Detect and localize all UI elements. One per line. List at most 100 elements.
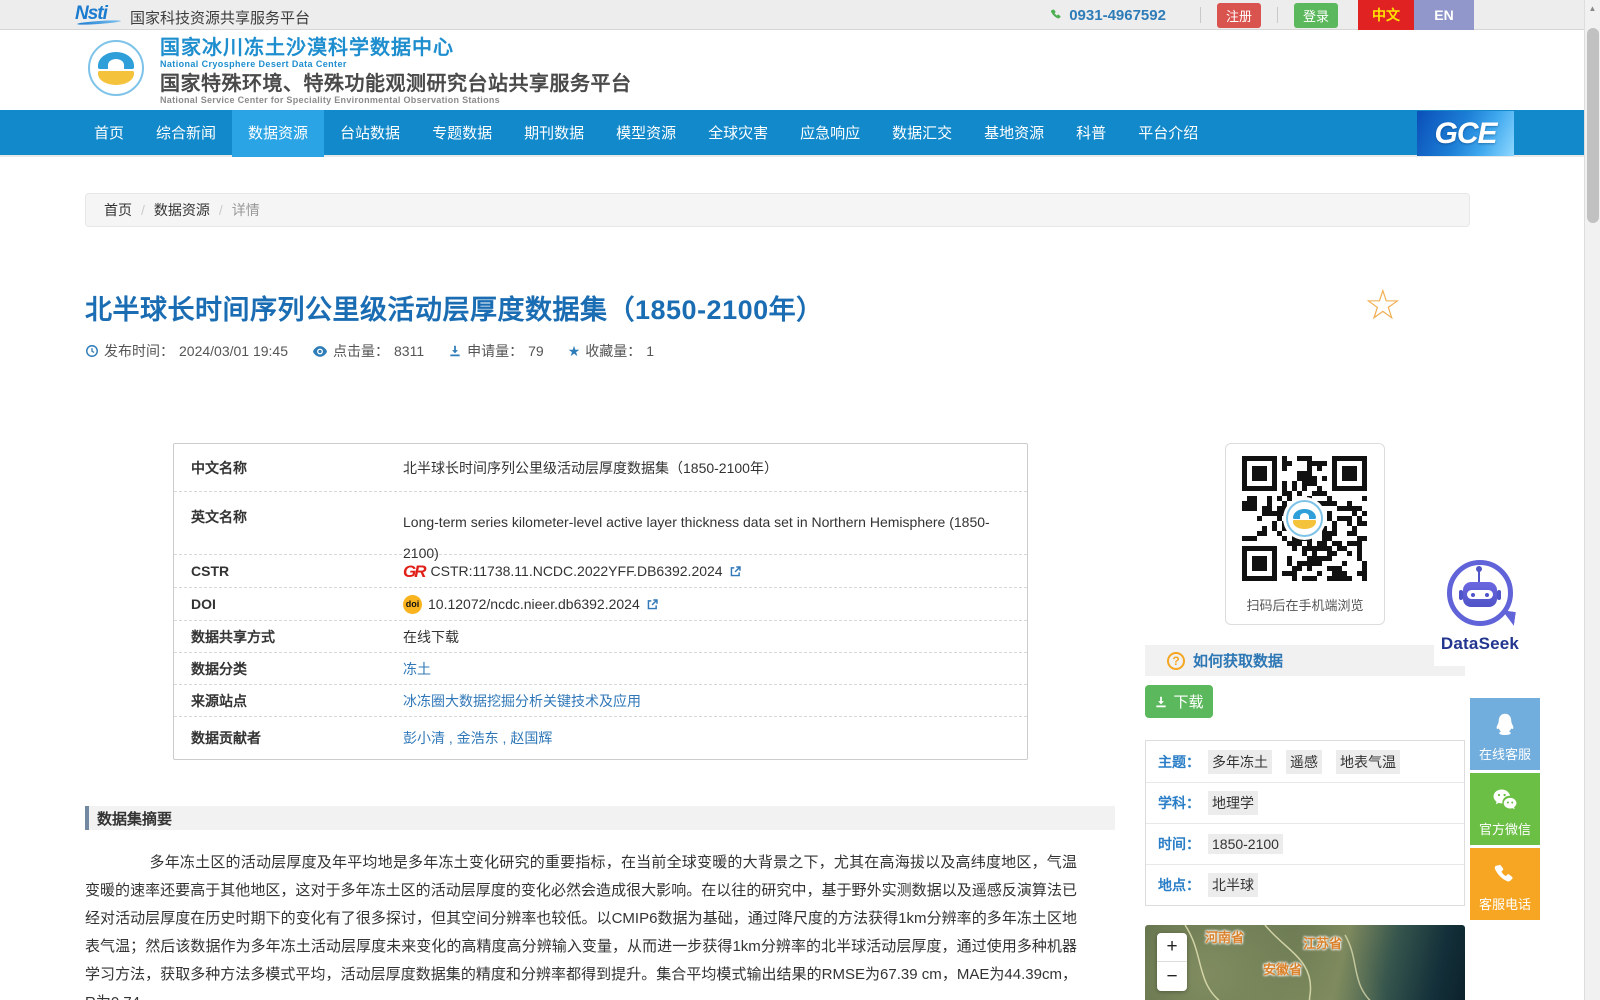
robot-head <box>1463 582 1497 607</box>
qr-code-image <box>1242 456 1367 581</box>
robot-eyes <box>1467 590 1493 599</box>
contact-phone: 0931-4967592 <box>1049 7 1166 24</box>
subject-label: 学科： <box>1158 795 1200 811</box>
map-zoom-out-button[interactable]: − <box>1157 962 1187 991</box>
subject-row: 学科： 地理学 <box>1146 782 1464 823</box>
breadcrumb-data-resources[interactable]: 数据资源 <box>154 200 210 220</box>
official-wechat-button[interactable]: 官方微信 <box>1470 773 1540 845</box>
row-label: CSTR <box>191 563 230 579</box>
nav-item-journal-data[interactable]: 期刊数据 <box>508 110 600 157</box>
scrollbar-up-arrow[interactable]: ▲ <box>1585 0 1600 16</box>
time-label: 时间： <box>1158 836 1200 852</box>
clicks-value: 8311 <box>394 343 425 359</box>
main-nav: 首页 综合新闻 数据资源 台站数据 专题数据 期刊数据 模型资源 全球灾害 应急… <box>0 110 1584 157</box>
map-zoom-control: + − <box>1157 933 1187 991</box>
download-icon <box>450 345 460 357</box>
nav-item-emergency[interactable]: 应急响应 <box>784 110 876 157</box>
publish-time: 发布时间： 2024/03/01 19:45 <box>85 341 288 361</box>
center-name-zh: 国家冰川冻土沙漠科学数据中心 <box>160 37 454 59</box>
qr-caption: 扫码后在手机端浏览 <box>1246 598 1364 613</box>
dataseek-label: DataSeek <box>1440 634 1520 653</box>
requests-label: 申请量： <box>467 343 524 359</box>
favorite-count: ★ 收藏量： 1 <box>568 341 654 361</box>
scrollbar[interactable]: ▲ <box>1584 0 1600 1000</box>
table-row: 数据共享方式 在线下载 <box>174 620 1027 652</box>
dataset-meta: 发布时间： 2024/03/01 19:45 点击量： 8311 申请量： 79 ★ … <box>85 341 678 361</box>
row-label: 数据贡献者 <box>191 730 261 746</box>
how-to-get-data[interactable]: ? 如何获取数据 <box>1145 645 1465 676</box>
dataset-attributes-panel: 主题： 多年冻土 遥感 地表气温 学科： 地理学 时间： 1850-2100 地… <box>1145 740 1465 906</box>
external-link-icon[interactable] <box>729 565 742 578</box>
scrollbar-thumb[interactable] <box>1587 28 1599 223</box>
request-count: 申请量： 79 <box>448 341 544 361</box>
abstract-section-header: 数据集摘要 <box>85 806 1115 830</box>
phone-handset-icon <box>1494 864 1513 882</box>
login-button[interactable]: 登录 <box>1293 2 1338 28</box>
register-button[interactable]: 注册 <box>1216 2 1261 28</box>
map-label-anhui: 安徽省 <box>1263 962 1303 977</box>
row-label: 英文名称 <box>191 509 247 525</box>
logo-wave-shape <box>98 71 134 85</box>
source-site-link[interactable]: 冰冻圈大数据挖掘分析关键技术及应用 <box>403 691 641 711</box>
location-value: 北半球 <box>1208 873 1258 897</box>
table-row: 来源站点 冰冻圈大数据挖掘分析关键技术及应用 <box>174 684 1027 716</box>
nav-item-science[interactable]: 科普 <box>1060 110 1122 157</box>
qr-finder-pattern <box>1242 546 1277 581</box>
external-link-icon[interactable] <box>646 598 659 611</box>
topic-tag[interactable]: 多年冻土 <box>1208 749 1272 774</box>
nav-item-home[interactable]: 首页 <box>78 110 140 157</box>
download-button[interactable]: 下载 <box>1145 685 1213 718</box>
category-link[interactable]: 冻土 <box>403 659 431 679</box>
nsti-logo[interactable]: Nsti <box>75 3 108 25</box>
topbar-divider <box>1199 7 1201 23</box>
contributors-links[interactable]: 彭小清 , 金浩东 , 赵国辉 <box>403 728 552 748</box>
qr-finder-pattern <box>1242 456 1277 491</box>
clock-icon <box>86 345 98 357</box>
nav-item-data-submission[interactable]: 数据汇交 <box>876 110 968 157</box>
center-name-en: National Cryosphere Desert Data Center <box>160 59 347 69</box>
topbar-divider <box>1276 7 1278 23</box>
row-label: DOI <box>191 596 216 612</box>
row-label: 来源站点 <box>191 692 247 709</box>
gce-logo[interactable]: GCE <box>1417 111 1514 156</box>
nav-item-model-resources[interactable]: 模型资源 <box>600 110 692 157</box>
favorites-value: 1 <box>646 343 655 359</box>
coverage-map[interactable]: 河南省 安徽省 江苏省 + − <box>1145 925 1465 1000</box>
phone-icon <box>1051 9 1061 18</box>
breadcrumb-separator: / <box>218 202 223 218</box>
abstract-text: 多年冻土区的活动层厚度及年平均地是多年冻土变化研究的重要指标，在当前全球变暖的大… <box>85 854 1077 1000</box>
online-service-button[interactable]: 在线客服 <box>1470 698 1540 770</box>
official-wechat-label: 官方微信 <box>1478 822 1531 837</box>
nav-item-data-resources[interactable]: 数据资源 <box>232 110 325 157</box>
qr-finder-pattern <box>1332 456 1367 491</box>
favorite-star-icon[interactable]: ☆ <box>1364 284 1402 326</box>
nav-item-station-data[interactable]: 台站数据 <box>324 110 416 157</box>
how-to-label: 如何获取数据 <box>1193 653 1284 670</box>
dataseek-widget[interactable]: DataSeek <box>1434 558 1526 666</box>
cstr-value: CSTR:11738.11.NCDC.2022YFF.DB6392.2024 <box>430 563 723 579</box>
time-value: 1850-2100 <box>1208 834 1283 854</box>
nav-item-about[interactable]: 平台介绍 <box>1122 110 1214 157</box>
nav-item-base-resources[interactable]: 基地资源 <box>968 110 1060 157</box>
topic-tag[interactable]: 遥感 <box>1286 749 1322 774</box>
breadcrumb-home[interactable]: 首页 <box>104 200 132 220</box>
topic-tag[interactable]: 地表气温 <box>1336 749 1400 774</box>
nav-item-global-disaster[interactable]: 全球灾害 <box>692 110 784 157</box>
clicks-label: 点击量： <box>333 343 389 359</box>
table-row: 数据贡献者 彭小清 , 金浩东 , 赵国辉 <box>174 716 1027 759</box>
dataseek-robot-icon <box>1447 560 1513 626</box>
platform-title-en: National Service Center for Speciality E… <box>160 95 500 105</box>
nav-item-news[interactable]: 综合新闻 <box>140 110 232 157</box>
map-zoom-in-button[interactable]: + <box>1157 933 1187 962</box>
service-phone-button[interactable]: 客服电话 <box>1470 848 1540 920</box>
subject-value[interactable]: 地理学 <box>1208 791 1258 815</box>
dataset-info-table: 中文名称 北半球长时间序列公里级活动层厚度数据集（1850-2100年） 英文名… <box>173 443 1028 760</box>
favorites-label: 收藏量： <box>585 343 642 359</box>
row-label: 数据共享方式 <box>191 628 275 645</box>
eye-icon <box>313 345 327 357</box>
lang-zh-button[interactable]: 中文 <box>1358 0 1414 30</box>
ncdc-logo[interactable] <box>88 40 144 96</box>
lang-en-button[interactable]: EN <box>1414 0 1474 30</box>
doi-value: 10.12072/ncdc.nieer.db6392.2024 <box>428 596 640 612</box>
nav-item-topic-data[interactable]: 专题数据 <box>416 110 508 157</box>
